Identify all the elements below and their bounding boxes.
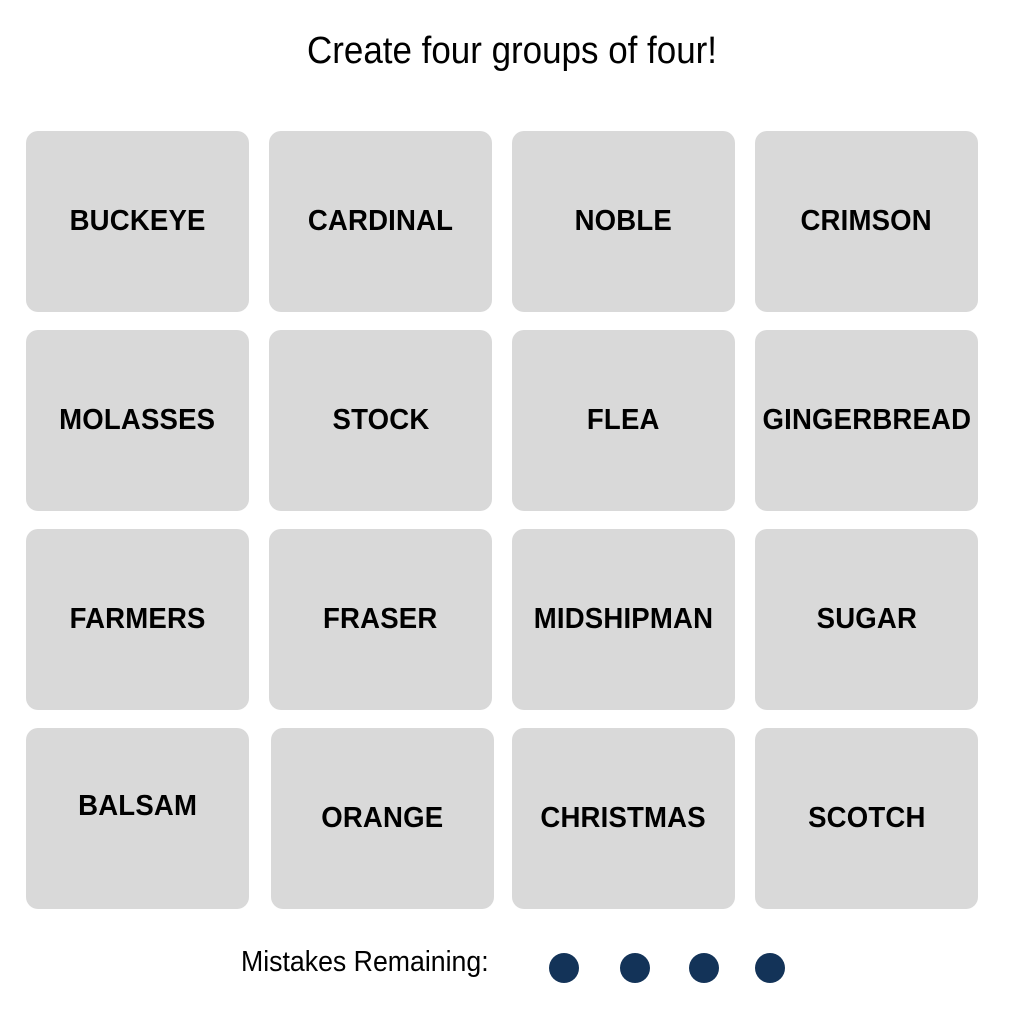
word-tile[interactable]: BUCKEYE <box>26 131 249 312</box>
word-tile[interactable]: MIDSHIPMAN <box>512 529 735 710</box>
word-tile[interactable]: GINGERBREAD <box>755 330 978 511</box>
word-tile[interactable]: NOBLE <box>512 131 735 312</box>
word-tile[interactable]: MOLASSES <box>26 330 249 511</box>
tile-label: SCOTCH <box>807 802 926 834</box>
tile-label: BALSAM <box>78 790 197 822</box>
tile-label: CRIMSON <box>800 205 933 237</box>
page-title: Create four groups of four! <box>306 30 718 72</box>
tile-label: ORANGE <box>321 802 444 834</box>
tile-label: FARMERS <box>69 603 206 635</box>
tile-label: FLEA <box>587 404 660 436</box>
tile-label: SUGAR <box>816 603 917 635</box>
tile-label: GINGERBREAD <box>762 404 971 436</box>
word-tile[interactable]: FLEA <box>512 330 735 511</box>
tile-label: MIDSHIPMAN <box>533 603 714 635</box>
mistake-dot <box>689 953 719 983</box>
tile-label: CARDINAL <box>307 205 454 237</box>
word-tile[interactable]: SUGAR <box>755 529 978 710</box>
tile-label: CHRISTMAS <box>540 802 707 834</box>
word-tile[interactable]: FARMERS <box>26 529 249 710</box>
tile-label: NOBLE <box>574 205 673 237</box>
word-tile[interactable]: STOCK <box>269 330 492 511</box>
tile-label: MOLASSES <box>59 404 216 436</box>
word-tile[interactable]: CARDINAL <box>269 131 492 312</box>
word-tile[interactable]: CHRISTMAS <box>512 728 735 909</box>
word-tile[interactable]: FRASER <box>269 529 492 710</box>
mistake-dot <box>549 953 579 983</box>
mistake-dot <box>755 953 785 983</box>
word-tile[interactable]: SCOTCH <box>755 728 978 909</box>
word-tile[interactable]: BALSAM <box>26 728 249 909</box>
tile-label: BUCKEYE <box>69 205 206 237</box>
mistakes-remaining-label: Mistakes Remaining: <box>241 946 489 978</box>
tile-label: STOCK <box>332 404 429 436</box>
mistake-dot <box>620 953 650 983</box>
tile-label: FRASER <box>323 603 438 635</box>
word-tile[interactable]: CRIMSON <box>755 131 978 312</box>
word-tile[interactable]: ORANGE <box>271 728 494 909</box>
